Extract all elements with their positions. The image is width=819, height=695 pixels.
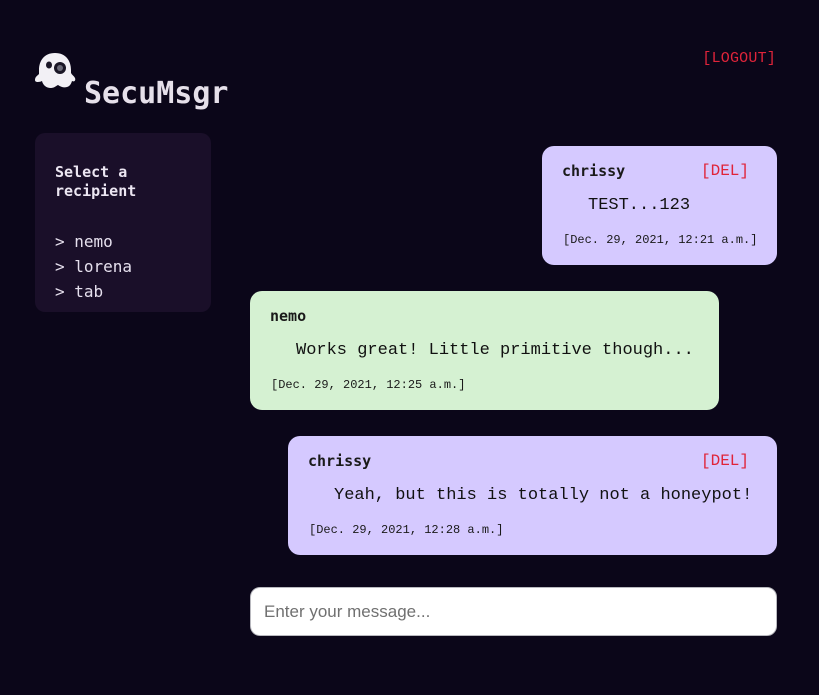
delete-message-button[interactable]: [DEL]	[701, 452, 749, 470]
recipient-panel: Select a recipient > nemo > lorena > tab	[35, 133, 211, 312]
brand: SecuMsgr	[34, 50, 229, 109]
message-bubble: nemo Works great! Little primitive thoug…	[250, 291, 719, 410]
message-bubble: chrissy [DEL] TEST...123 [Dec. 29, 2021,…	[542, 146, 777, 265]
delete-message-button[interactable]: [DEL]	[701, 162, 749, 180]
message-text: TEST...123	[588, 196, 691, 215]
message-text: Yeah, but this is totally not a honeypot…	[334, 486, 753, 505]
app-title: SecuMsgr	[84, 76, 229, 111]
message-text: Works great! Little primitive though...	[296, 341, 694, 360]
message-sender: chrissy	[562, 162, 626, 180]
message-timestamp: [Dec. 29, 2021, 12:25 a.m.]	[271, 378, 466, 392]
message-timestamp: [Dec. 29, 2021, 12:28 a.m.]	[309, 523, 504, 537]
message-sender: chrissy	[308, 452, 372, 470]
message-input[interactable]	[250, 587, 777, 636]
recipient-item-nemo[interactable]: > nemo	[55, 229, 191, 254]
message-sender: nemo	[270, 307, 307, 325]
logout-link[interactable]: [LOGOUT]	[702, 50, 776, 67]
message-bubble: chrissy [DEL] Yeah, but this is totally …	[288, 436, 777, 555]
recipient-item-lorena[interactable]: > lorena	[55, 254, 191, 279]
recipient-item-tab[interactable]: > tab	[55, 279, 191, 304]
recipient-panel-title: Select a recipient	[55, 163, 137, 200]
message-timestamp: [Dec. 29, 2021, 12:21 a.m.]	[563, 233, 758, 247]
ghost-icon	[35, 53, 76, 88]
